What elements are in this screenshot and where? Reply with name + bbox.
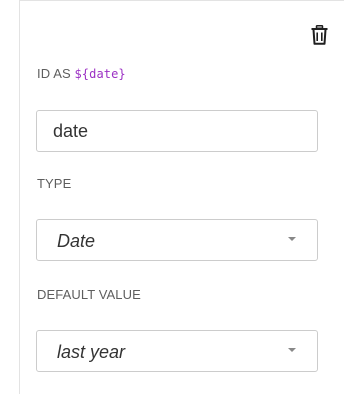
type-select-value: Date	[57, 231, 96, 251]
default-value-label: DEFAULT VALUE	[37, 287, 141, 302]
id-label-prefix: ID AS	[37, 66, 71, 81]
variable-editor-panel: ID AS ${date} TYPE Date DEFAULT VALUE la…	[0, 0, 344, 394]
id-input[interactable]	[37, 111, 317, 151]
type-select[interactable]: Date	[36, 219, 318, 261]
chevron-down-icon	[288, 237, 296, 241]
chevron-down-icon	[288, 348, 296, 352]
type-label: TYPE	[37, 176, 72, 191]
id-label: ID AS ${date}	[37, 66, 126, 81]
default-value-select[interactable]: last year	[36, 330, 318, 372]
id-variable-code: ${date}	[74, 67, 126, 81]
default-value-select-value: last year	[57, 342, 126, 362]
delete-variable-button[interactable]	[307, 22, 331, 48]
panel-left-border	[19, 0, 20, 394]
panel-top-border	[19, 0, 344, 1]
id-field-container	[36, 110, 318, 152]
trash-icon	[311, 25, 327, 45]
